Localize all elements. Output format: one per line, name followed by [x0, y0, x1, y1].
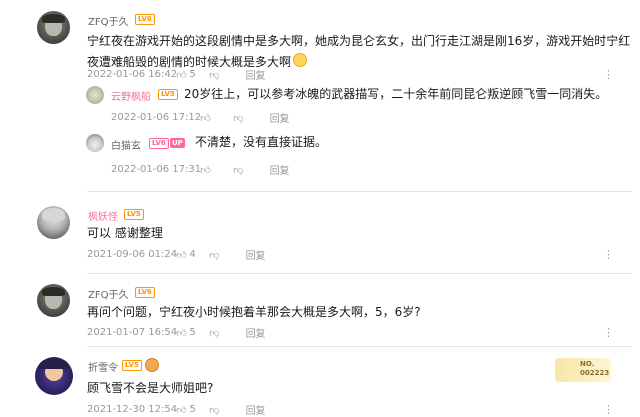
like-button[interactable]: 👍︎ 5: [176, 68, 206, 82]
emoji-icon: [293, 53, 308, 67]
medal-icon: [145, 358, 159, 372]
thumb-up-icon: 👍︎: [200, 165, 211, 176]
thumb-down-icon: 👎︎: [209, 405, 220, 416]
level-badge: LV6: [135, 14, 155, 25]
like-button[interactable]: 👍︎ 4: [176, 248, 206, 262]
reply-username[interactable]: 云野枫船: [111, 88, 151, 103]
like-button[interactable]: 👍︎: [200, 164, 230, 176]
reply-meta: 2022-01-06 17:12 👍︎ 👎︎ 回复: [111, 110, 290, 125]
username[interactable]: 折雪令: [88, 359, 118, 374]
comment: ZFQ于久 LV6 宁红夜在游戏开始的这段剧情中是多大啊，她成为昆仑玄女，出门行…: [0, 0, 640, 190]
like-button[interactable]: 👍︎ 5: [176, 326, 206, 340]
reply-text: 不清楚，没有直接证据。: [195, 135, 328, 149]
like-button[interactable]: 👍︎: [200, 112, 230, 124]
level-badge: LV5: [158, 89, 178, 100]
thumb-down-icon: 👎︎: [209, 70, 220, 81]
avatar[interactable]: [86, 86, 104, 104]
timestamp: 2021-09-06 01:24: [87, 249, 178, 260]
level-badge: LV6: [149, 138, 169, 149]
more-icon[interactable]: ⋮: [603, 68, 614, 81]
comment-meta: 2021-09-06 01:24 👍︎ 4 👎︎ 回复: [87, 247, 266, 262]
more-icon[interactable]: ⋮: [603, 248, 614, 261]
timestamp: 2021-12-30 12:54: [87, 404, 178, 415]
thumb-down-icon: 👎︎: [209, 250, 220, 261]
comment-text: 可以 感谢整理: [87, 226, 163, 240]
timestamp: 2021-01-07 16:54: [87, 327, 178, 338]
reply-text: 20岁往上，可以参考冰魄的武器描写，二十余年前同昆仑叛逆顾飞雪一同消失。: [184, 87, 608, 101]
avatar[interactable]: [37, 206, 70, 239]
username[interactable]: ZFQ于久: [88, 13, 128, 28]
more-icon[interactable]: ⋮: [603, 326, 614, 339]
like-count: 4: [189, 248, 196, 260]
level-badge: LV5: [124, 209, 144, 220]
username[interactable]: 枫妖怪: [88, 208, 118, 223]
comment: 枫妖怪 LV5 可以 感谢整理 2021-09-06 01:24 👍︎ 4 👎︎…: [0, 192, 640, 272]
timestamp: 2022-01-06 17:31: [111, 164, 202, 175]
timestamp: 2022-01-06 17:12: [111, 112, 202, 123]
username[interactable]: ZFQ于久: [88, 286, 128, 301]
reply-username[interactable]: 白猫玄: [111, 137, 141, 152]
fan-number: NO. 002223: [580, 360, 610, 377]
level-badge: LV6: [135, 287, 155, 298]
up-badge: UP: [170, 138, 185, 148]
dislike-button[interactable]: 👎︎: [209, 404, 242, 416]
level-badge: LV5: [122, 360, 142, 371]
fan-badge: NO. 002223: [555, 358, 611, 382]
reply-button[interactable]: 回复: [246, 67, 266, 82]
avatar[interactable]: [35, 357, 73, 395]
comment-meta: 2021-01-07 16:54 👍︎ 5 👎︎ 回复: [87, 325, 266, 340]
timestamp: 2022-01-06 16:42: [87, 69, 178, 80]
thumb-up-icon: 👍︎: [176, 328, 187, 340]
reply-button[interactable]: 回复: [270, 110, 290, 125]
avatar[interactable]: [37, 284, 70, 317]
comment: ZFQ于久 LV6 再问个问题，宁红夜小时候抱着羊那会大概是多大啊，5，6岁? …: [0, 274, 640, 346]
avatar[interactable]: [37, 11, 70, 44]
reply-button[interactable]: 回复: [246, 247, 266, 262]
thumb-down-icon: 👎︎: [209, 328, 220, 339]
like-button[interactable]: 👍︎ 5: [176, 403, 206, 417]
dislike-button[interactable]: 👎︎: [233, 164, 266, 176]
comment-text: 顾飞雪不会是大师姐吧?: [87, 381, 214, 395]
reply-meta: 2022-01-06 17:31 👍︎ 👎︎ 回复: [111, 162, 290, 177]
comment-meta: 2022-01-06 16:42 👍︎ 5 👎︎ 回复: [87, 67, 266, 82]
dislike-button[interactable]: 👎︎: [209, 327, 242, 339]
comment-text: 再问个问题，宁红夜小时候抱着羊那会大概是多大啊，5，6岁?: [87, 305, 421, 319]
thumb-up-icon: 👍︎: [176, 405, 187, 417]
avatar[interactable]: [86, 134, 104, 152]
thumb-down-icon: 👎︎: [233, 113, 244, 124]
dislike-button[interactable]: 👎︎: [209, 69, 242, 81]
like-count: 5: [189, 326, 196, 338]
dislike-button[interactable]: 👎︎: [233, 112, 266, 124]
like-count: 5: [189, 403, 196, 415]
thumb-down-icon: 👎︎: [233, 165, 244, 176]
reply-button[interactable]: 回复: [246, 325, 266, 340]
reply-button[interactable]: 回复: [270, 162, 290, 177]
thumb-up-icon: 👍︎: [200, 113, 211, 124]
more-icon[interactable]: ⋮: [603, 403, 614, 416]
like-count: 5: [189, 68, 196, 80]
thumb-up-icon: 👍︎: [176, 250, 187, 262]
dislike-button[interactable]: 👎︎: [209, 249, 242, 261]
comment: 折雪令 LV5 NO. 002223 顾飞雪不会是大师姐吧? 2021-12-3…: [0, 347, 640, 417]
thumb-up-icon: 👍︎: [176, 70, 187, 82]
